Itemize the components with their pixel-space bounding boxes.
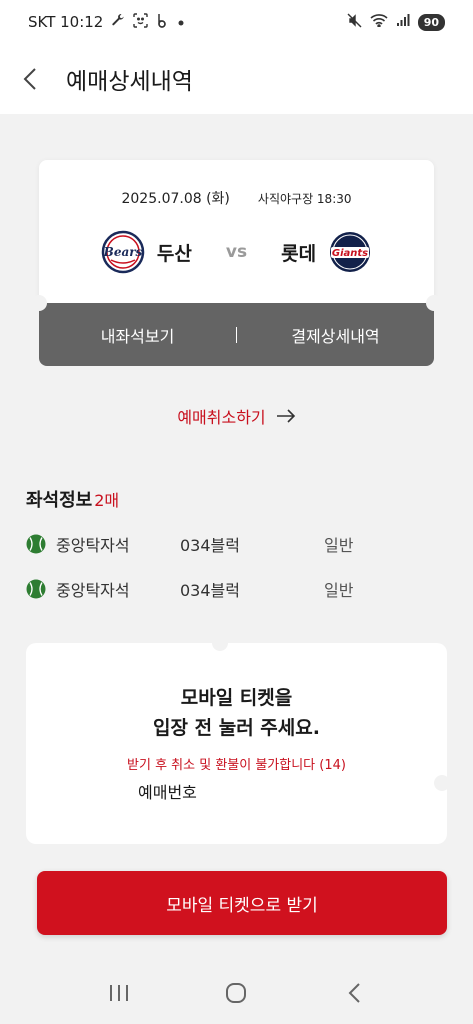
wrench-icon bbox=[111, 13, 125, 31]
seat-info-title: 좌석정보 bbox=[26, 490, 93, 511]
baseball-icon bbox=[26, 534, 46, 554]
seat-zone: 중앙탁자석 bbox=[56, 581, 130, 600]
seat-grade: 일반 bbox=[324, 581, 354, 600]
chevron-left-icon bbox=[23, 68, 36, 90]
back-icon bbox=[348, 983, 360, 1003]
mobile-ticket-title: 모바일 티켓을 bbox=[180, 687, 293, 709]
away-team-name: 롯데 bbox=[281, 242, 317, 265]
wifi-icon bbox=[370, 13, 388, 31]
away-team: 롯데 Giants bbox=[281, 230, 372, 274]
app-header: 예매상세내역 bbox=[0, 44, 473, 114]
svg-text:Bears: Bears bbox=[103, 245, 143, 259]
recent-apps-button[interactable] bbox=[99, 973, 139, 1013]
match-venue: 사직야구장 18:30 bbox=[257, 192, 352, 206]
ticket-top: 2025.07.08 (화) 사직야구장 18:30 Bears 두산 vs 롯… bbox=[39, 160, 434, 303]
b-app-icon bbox=[156, 13, 170, 32]
cancel-reservation-link[interactable]: 예매취소하기 bbox=[0, 404, 473, 428]
home-icon bbox=[226, 983, 247, 1003]
home-team: Bears 두산 bbox=[101, 230, 192, 274]
ticket-actions: 내좌석보기 결제상세내역 bbox=[39, 303, 434, 366]
seat-zone: 중앙탁자석 bbox=[56, 536, 130, 555]
panel-notch bbox=[212, 635, 228, 651]
recent-apps-icon bbox=[109, 985, 128, 1001]
ticket-card: 2025.07.08 (화) 사직야구장 18:30 Bears 두산 vs 롯… bbox=[31, 160, 442, 366]
status-bar: SKT 10:12 90 bbox=[0, 0, 473, 44]
payment-detail-button[interactable]: 결제상세내역 bbox=[237, 323, 434, 347]
mobile-ticket-panel[interactable]: 모바일 티켓을 입장 전 눌러 주세요. 받기 후 취소 및 환불이 불가합니다… bbox=[26, 635, 450, 844]
seat-info-section: 좌석정보 2매 중앙탁자석 034블럭 일반 중앙탁자석 034블럭 일반 bbox=[26, 486, 446, 600]
page-title: 예매상세내역 bbox=[66, 69, 193, 95]
battery-indicator: 90 bbox=[417, 13, 445, 31]
back-button[interactable] bbox=[0, 44, 60, 114]
refund-warning: 받기 후 취소 및 환불이 불가합니다 (14) bbox=[127, 758, 346, 773]
panel-notch bbox=[434, 775, 450, 791]
seat-grade: 일반 bbox=[324, 536, 354, 555]
ticket-notch-left bbox=[31, 295, 47, 311]
reservation-number-label: 예매번호 bbox=[138, 783, 197, 802]
mobile-ticket-subtitle: 입장 전 눌러 주세요. bbox=[153, 717, 320, 739]
seat-row: 중앙탁자석 034블럭 일반 bbox=[26, 577, 353, 601]
system-nav-bar bbox=[0, 962, 473, 1024]
svg-text:Giants: Giants bbox=[332, 248, 368, 259]
receive-mobile-ticket-button[interactable]: 모바일 티켓으로 받기 bbox=[37, 871, 447, 935]
bears-logo-icon: Bears bbox=[101, 230, 145, 274]
seat-info-heading: 좌석정보 2매 bbox=[26, 486, 446, 512]
mute-icon bbox=[347, 13, 362, 32]
ticket-notch-right bbox=[426, 295, 442, 311]
match-date: 2025.07.08 (화) bbox=[121, 191, 230, 207]
home-team-name: 두산 bbox=[156, 242, 192, 265]
seat-block: 034블럭 bbox=[180, 581, 240, 600]
home-button[interactable] bbox=[216, 973, 256, 1013]
signal-icon bbox=[396, 13, 410, 31]
status-time: SKT 10:12 bbox=[28, 13, 104, 31]
arrow-right-icon bbox=[276, 409, 295, 423]
baseball-icon bbox=[26, 579, 46, 599]
giants-logo-icon: Giants bbox=[330, 232, 371, 272]
seat-block: 034블럭 bbox=[180, 536, 240, 555]
face-scan-icon bbox=[133, 12, 149, 32]
vs-label: vs bbox=[225, 242, 248, 262]
seat-row: 중앙탁자석 034블럭 일반 bbox=[26, 532, 353, 556]
system-back-button[interactable] bbox=[334, 973, 374, 1013]
seat-count: 2매 bbox=[94, 491, 120, 510]
dot-icon bbox=[178, 15, 184, 30]
cancel-label: 예매취소하기 bbox=[177, 408, 266, 427]
view-seat-button[interactable]: 내좌석보기 bbox=[39, 323, 236, 347]
